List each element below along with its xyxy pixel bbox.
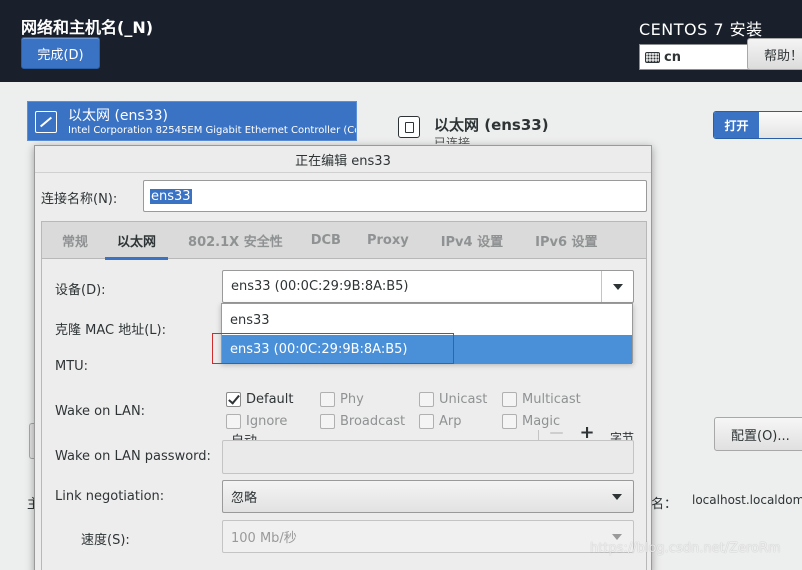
connection-name-value: ens33: [150, 188, 192, 204]
checkbox-icon: [502, 392, 517, 407]
configure-button[interactable]: 配置(O)...: [714, 417, 802, 451]
toggle-knob: [759, 112, 802, 138]
device-option[interactable]: ens33: [222, 306, 632, 335]
toggle-on-label: 打开: [714, 112, 759, 138]
keyboard-layout-indicator[interactable]: cn: [639, 44, 749, 70]
chevron-down-icon: [601, 481, 633, 512]
device-dropdown-menu: ens33 ens33 (00:0C:29:9B:8A:B5): [221, 303, 633, 364]
tab-dcb[interactable]: DCB: [295, 222, 353, 259]
speed-value: 100 Mb/秒: [231, 531, 297, 546]
wol-password-label: Wake on LAN password:: [55, 449, 211, 464]
current-hostname-value: localhost.localdoma: [692, 493, 802, 507]
device-toggle-switch[interactable]: 打开: [713, 111, 802, 139]
connection-name-input[interactable]: ens33: [143, 180, 647, 212]
wol-unicast-checkbox[interactable]: Unicast: [419, 392, 487, 407]
device-name: 以太网 (ens33): [68, 108, 168, 124]
connection-name-label: 连接名称(N):: [41, 192, 118, 207]
device-combo-value: ens33 (00:0C:29:9B:8A:B5): [231, 279, 409, 294]
wol-option-label: Unicast: [439, 392, 488, 407]
link-negotiation-combo[interactable]: 忽略: [222, 480, 634, 513]
device-status: 已连接: [434, 136, 471, 144]
wol-arp-checkbox[interactable]: Arp: [419, 414, 462, 429]
keyboard-layout-label: cn: [664, 49, 681, 65]
device-list-item-ens33[interactable]: 以太网 (ens33) Intel Corporation 82545EM Gi…: [27, 101, 357, 141]
checkbox-icon: [419, 414, 434, 429]
dialog-title: 正在编辑 ens33: [35, 146, 651, 173]
wol-option-label: Default: [246, 392, 294, 407]
network-card-icon: [35, 111, 57, 133]
wol-option-label: Phy: [340, 392, 364, 407]
tab-ethernet[interactable]: 以太网: [105, 222, 169, 260]
link-negotiation-label: Link negotiation:: [55, 489, 165, 504]
wol-option-label: Multicast: [522, 392, 581, 407]
wol-default-checkbox[interactable]: Default: [226, 392, 294, 407]
header-bar: 网络和主机名(_N) 完成(D) CENTOS 7 安装 cn 帮助！: [0, 0, 802, 82]
device-label: 设备(D):: [55, 283, 106, 298]
checkbox-icon: [226, 414, 241, 429]
checkbox-checked-icon: [226, 392, 241, 407]
speed-combo[interactable]: 100 Mb/秒: [222, 520, 634, 553]
checkbox-icon: [320, 392, 335, 407]
wol-option-label: Broadcast: [340, 414, 406, 429]
device-combo[interactable]: ens33 (00:0C:29:9B:8A:B5): [222, 270, 634, 303]
tab-ipv4[interactable]: IPv4 设置: [421, 222, 515, 259]
tab-proxy[interactable]: Proxy: [353, 222, 421, 259]
chevron-down-icon: [601, 271, 633, 302]
device-detail-title: 以太网 (ens33): [434, 116, 549, 134]
product-title: CENTOS 7 安装: [639, 20, 763, 39]
link-negotiation-value: 忽略: [231, 491, 258, 506]
watermark-text: https://blog.csdn.net/ZeroRm: [590, 541, 781, 556]
wol-option-label: Magic: [522, 414, 561, 429]
tab-general[interactable]: 常规: [42, 222, 105, 259]
tab-bar: 常规 以太网 802.1X 安全性 DCB Proxy IPv4 设置 IPv6…: [42, 222, 646, 260]
device-option-selected[interactable]: ens33 (00:0C:29:9B:8A:B5): [222, 335, 632, 364]
wol-option-label: Arp: [439, 414, 462, 429]
clone-mac-label: 克隆 MAC 地址(L):: [55, 323, 166, 338]
done-button[interactable]: 完成(D): [21, 37, 100, 69]
speed-label: 速度(S):: [81, 533, 130, 548]
wol-ignore-checkbox[interactable]: Ignore: [226, 414, 287, 429]
wol-option-label: Ignore: [246, 414, 288, 429]
tab-ipv6[interactable]: IPv6 设置: [515, 222, 609, 259]
help-button[interactable]: 帮助！: [747, 38, 802, 70]
settings-notebook: 常规 以太网 802.1X 安全性 DCB Proxy IPv4 设置 IPv6…: [41, 221, 647, 570]
network-wired-icon: [398, 116, 420, 138]
wol-password-input[interactable]: [222, 440, 634, 474]
device-description: Intel Corporation 82545EM Gigabit Ethern…: [68, 125, 357, 136]
checkbox-icon: [320, 414, 335, 429]
wol-phy-checkbox[interactable]: Phy: [320, 392, 364, 407]
current-hostname-label: 名：: [651, 497, 678, 512]
checkbox-icon: [419, 392, 434, 407]
checkbox-icon: [502, 414, 517, 429]
wol-broadcast-checkbox[interactable]: Broadcast: [320, 414, 405, 429]
tab-8021x-security[interactable]: 802.1X 安全性: [168, 222, 295, 259]
mtu-label: MTU:: [55, 359, 89, 374]
wake-on-lan-label: Wake on LAN:: [55, 404, 146, 419]
page-title: 网络和主机名(_N): [21, 18, 154, 37]
wol-multicast-checkbox[interactable]: Multicast: [502, 392, 581, 407]
keyboard-icon: [645, 51, 660, 63]
wol-magic-checkbox[interactable]: Magic: [502, 414, 560, 429]
